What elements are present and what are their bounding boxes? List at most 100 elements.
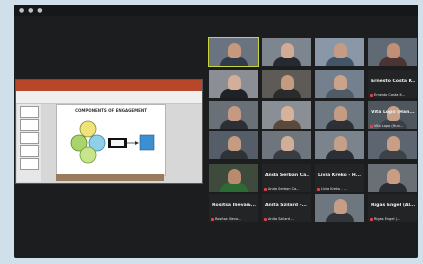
participant-tile[interactable]: Anda Serban Ca... Anda Serban Ca... bbox=[262, 164, 311, 192]
participant-video bbox=[272, 120, 301, 129]
powerpoint-toolbar bbox=[16, 91, 202, 104]
participant-tile[interactable]: Ernesto Costa K... Ernesto Costa K... bbox=[368, 70, 417, 98]
muted-mic-icon bbox=[370, 93, 373, 97]
participant-tile[interactable] bbox=[315, 70, 364, 98]
participant-video bbox=[227, 136, 241, 151]
participant-display-name: Vita Lopo (Han... bbox=[371, 110, 415, 115]
window-controls-icon[interactable]: ● ● ● bbox=[19, 8, 44, 14]
participant-tile[interactable] bbox=[315, 38, 364, 66]
participant-video bbox=[227, 106, 241, 121]
participant-name-label: Ernesto Costa K... bbox=[370, 93, 405, 97]
participant-name-label: Anita Szilard ... bbox=[264, 217, 294, 221]
participant-video bbox=[280, 136, 294, 151]
slide-thumbnail[interactable] bbox=[20, 106, 39, 118]
participant-video bbox=[272, 89, 301, 98]
participant-video bbox=[333, 43, 347, 58]
participant-tile[interactable]: Vita Lopo (Han... Vita Lopo (Hun... bbox=[368, 101, 417, 129]
engagement-diagram bbox=[70, 120, 155, 164]
participant-name-text: Rigas Engel (... bbox=[374, 217, 401, 221]
participant-display-name: Anda Serban Ca... bbox=[265, 173, 309, 178]
participant-display-name: Ernesto Costa K... bbox=[371, 79, 415, 84]
participant-video bbox=[325, 120, 354, 129]
participant-tile[interactable] bbox=[262, 70, 311, 98]
participant-video bbox=[325, 89, 354, 98]
meeting-top-bar: ● ● ● bbox=[14, 5, 418, 16]
participant-video bbox=[272, 57, 301, 66]
participant-name-label: Livia Kreko - ... bbox=[317, 187, 347, 191]
participant-display-name: Anita Szilard -... bbox=[265, 203, 307, 208]
powerpoint-ribbon bbox=[16, 80, 202, 91]
muted-mic-icon bbox=[317, 187, 320, 191]
participant-video bbox=[325, 213, 354, 222]
participant-video bbox=[333, 199, 347, 214]
slide-thumbnail[interactable] bbox=[20, 158, 39, 170]
participant-video bbox=[325, 57, 354, 66]
participant-tile[interactable] bbox=[368, 38, 417, 66]
participant-video bbox=[219, 120, 248, 129]
participant-name-label: Rositsa Ilieva... bbox=[211, 217, 241, 221]
participant-display-name: Rigas Engel (Al... bbox=[371, 203, 415, 208]
participant-video bbox=[280, 75, 294, 90]
participant-video bbox=[333, 106, 347, 121]
participant-display-name: Livia Kreko - H... bbox=[318, 173, 361, 178]
shared-screen[interactable]: COMPONENTS OF ENGAGEMENT bbox=[15, 79, 203, 184]
participant-video bbox=[280, 43, 294, 58]
participant-tile[interactable] bbox=[209, 164, 258, 192]
participant-video bbox=[272, 150, 301, 159]
participant-tile[interactable] bbox=[208, 37, 259, 67]
slide-thumbnail-panel[interactable] bbox=[17, 104, 41, 182]
participant-tile[interactable] bbox=[209, 70, 258, 98]
participant-tile[interactable]: Anita Szilard -... Anita Szilard ... bbox=[262, 194, 311, 222]
slide-thumbnail[interactable] bbox=[20, 119, 39, 131]
participant-tile[interactable]: Livia Kreko - H... Livia Kreko - ... bbox=[315, 164, 364, 192]
muted-mic-icon bbox=[264, 187, 267, 191]
participant-video bbox=[219, 183, 248, 192]
participant-name-text: Ernesto Costa K... bbox=[374, 93, 406, 97]
participant-name-text: Livia Kreko - ... bbox=[321, 187, 347, 191]
participant-video bbox=[219, 89, 248, 98]
participant-tile[interactable] bbox=[315, 194, 364, 222]
participant-video bbox=[219, 57, 248, 66]
participant-tile[interactable]: Rigas Engel (Al... Rigas Engel (... bbox=[368, 194, 417, 222]
participant-video bbox=[378, 150, 407, 159]
participant-video bbox=[227, 75, 241, 90]
participant-video bbox=[386, 136, 400, 151]
participant-tile[interactable] bbox=[262, 131, 311, 159]
slide-thumbnail[interactable] bbox=[20, 132, 39, 144]
participant-video bbox=[325, 150, 354, 159]
participant-tile[interactable] bbox=[368, 164, 417, 192]
participant-name-label: Anda Serban Ca... bbox=[264, 187, 300, 191]
participant-video bbox=[378, 57, 407, 66]
slide-background-strip bbox=[56, 174, 164, 181]
participant-name-label: Vita Lopo (Hun... bbox=[370, 124, 403, 128]
participant-display-name: Rositsa Ilieva&... bbox=[212, 203, 256, 208]
participant-tile[interactable] bbox=[368, 131, 417, 159]
slide-thumbnail[interactable] bbox=[20, 145, 39, 157]
muted-mic-icon bbox=[370, 217, 373, 221]
participant-name-text: Vita Lopo (Hun... bbox=[374, 124, 404, 128]
participant-tile[interactable]: Rositsa Ilieva&... Rositsa Ilieva... bbox=[209, 194, 258, 222]
participant-video bbox=[227, 43, 241, 58]
participant-video bbox=[333, 136, 347, 151]
participant-video bbox=[386, 169, 400, 184]
participant-tile[interactable] bbox=[262, 38, 311, 66]
participant-name-text: Anda Serban Ca... bbox=[268, 187, 300, 191]
participant-video bbox=[280, 106, 294, 121]
participant-name-label: Rigas Engel (... bbox=[370, 217, 400, 221]
muted-mic-icon bbox=[264, 217, 267, 221]
participant-video bbox=[378, 183, 407, 192]
participant-tile[interactable] bbox=[209, 131, 258, 159]
participant-tile[interactable] bbox=[315, 101, 364, 129]
participant-tile[interactable] bbox=[262, 101, 311, 129]
participant-video bbox=[333, 75, 347, 90]
participant-video bbox=[219, 150, 248, 159]
muted-mic-icon bbox=[211, 217, 214, 221]
participant-video bbox=[227, 169, 241, 184]
current-slide: COMPONENTS OF ENGAGEMENT bbox=[56, 104, 166, 176]
participant-tile[interactable] bbox=[209, 101, 258, 129]
participant-name-text: Rositsa Ilieva... bbox=[215, 217, 242, 221]
participant-name-text: Anita Szilard ... bbox=[268, 217, 295, 221]
participant-tile[interactable] bbox=[315, 131, 364, 159]
participant-video bbox=[386, 43, 400, 58]
muted-mic-icon bbox=[370, 124, 373, 128]
